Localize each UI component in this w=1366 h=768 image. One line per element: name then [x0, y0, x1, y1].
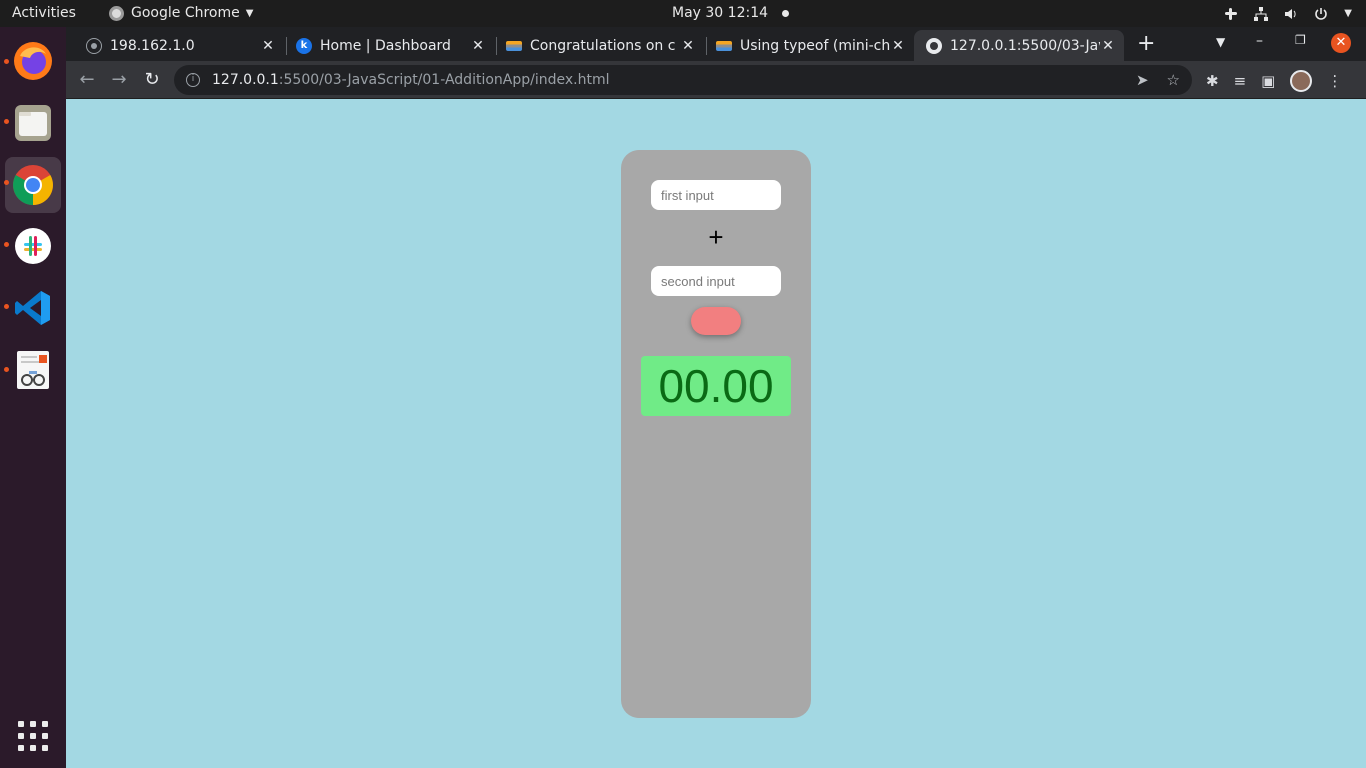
clock-label: May 30 12:14: [672, 5, 769, 21]
volume-icon[interactable]: [1284, 7, 1298, 21]
dock-item-slack[interactable]: [5, 218, 61, 274]
tab-active[interactable]: 127.0.0.1:5500/03-Jav ✕: [914, 30, 1124, 61]
minimize-button[interactable]: –: [1256, 33, 1263, 49]
activities-button[interactable]: Activities: [12, 0, 76, 27]
site-info-icon[interactable]: i: [186, 73, 200, 87]
window-close-button[interactable]: ✕: [1331, 33, 1351, 53]
chevron-down-icon[interactable]: ▼: [1344, 0, 1352, 27]
show-applications-button[interactable]: [18, 721, 48, 751]
slack-tray-icon[interactable]: [1224, 7, 1238, 21]
close-icon[interactable]: ✕: [260, 38, 276, 54]
tab-title: Home | Dashboard: [320, 37, 451, 54]
new-tab-button[interactable]: +: [1137, 32, 1155, 56]
back-button[interactable]: ←: [76, 69, 98, 91]
browser-toolbar: ← → ↻ i 127.0.0.1:5500/03-JavaScript/01-…: [66, 61, 1366, 99]
close-icon[interactable]: ✕: [1100, 38, 1116, 54]
vscode-icon: [15, 291, 50, 325]
dock: [0, 27, 66, 768]
power-icon[interactable]: [1314, 7, 1328, 21]
dock-item-document-viewer[interactable]: [5, 342, 61, 398]
tab-title: 198.162.1.0: [110, 37, 195, 54]
send-tab-icon[interactable]: ➤: [1136, 71, 1149, 89]
tab-title: Using typeof (mini-ch: [740, 37, 890, 54]
app-menu[interactable]: Google Chrome ▼: [109, 0, 253, 27]
result-display: 00.00: [641, 356, 791, 416]
tab[interactable]: Congratulations on c ✕: [494, 30, 704, 61]
page-viewport: + 00.00: [66, 100, 1366, 768]
dock-item-vscode[interactable]: [5, 280, 61, 336]
notification-dot-icon: [782, 9, 790, 17]
dock-item-firefox[interactable]: [5, 33, 61, 89]
second-input[interactable]: [651, 266, 781, 296]
document-viewer-icon: [17, 351, 49, 389]
tab-title: 127.0.0.1:5500/03-Jav: [950, 37, 1100, 54]
profile-avatar[interactable]: [1290, 70, 1313, 92]
k-icon: k: [296, 37, 312, 54]
more-menu-icon[interactable]: ⋮: [1327, 72, 1342, 90]
omnibox-actions: ➤ ☆: [1136, 71, 1180, 89]
files-icon: [15, 105, 51, 141]
running-indicator: [4, 367, 9, 372]
globe-icon: [926, 37, 942, 54]
tab-title: Congratulations on c: [530, 37, 676, 54]
forward-button[interactable]: →: [108, 69, 130, 91]
tab[interactable]: k Home | Dashboard ✕: [284, 30, 494, 61]
plus-operator: +: [708, 222, 724, 252]
toolbar-actions: ✱ ≡ ▣ ⋮: [1206, 70, 1342, 92]
chevron-down-icon: ▼: [245, 8, 254, 19]
url-host: 127.0.0.1: [212, 72, 279, 88]
tab-strip: 198.162.1.0 ✕ k Home | Dashboard ✕ Congr…: [66, 27, 1366, 61]
first-input[interactable]: [651, 180, 781, 210]
running-indicator: [4, 59, 9, 64]
app-menu-label: Google Chrome: [131, 5, 240, 21]
network-icon[interactable]: [1254, 6, 1269, 21]
system-top-bar: Activities Google Chrome ▼ May 30 12:14 …: [0, 0, 1366, 27]
running-indicator: [4, 119, 9, 124]
extensions-puzzle-icon[interactable]: ✱: [1206, 72, 1219, 90]
close-icon[interactable]: ✕: [890, 38, 906, 54]
dock-item-chrome[interactable]: [5, 157, 61, 213]
add-button[interactable]: [691, 307, 741, 335]
dock-item-files[interactable]: [5, 95, 61, 151]
tab[interactable]: 198.162.1.0 ✕: [74, 30, 284, 61]
running-indicator: [4, 304, 9, 309]
close-icon[interactable]: ✕: [470, 38, 486, 54]
reload-button[interactable]: ↻: [141, 69, 163, 91]
tab-search-chevron-icon[interactable]: ▼: [1216, 35, 1225, 49]
close-icon[interactable]: ✕: [680, 38, 696, 54]
globe-icon: [86, 37, 102, 54]
maximize-button[interactable]: ❐: [1295, 33, 1306, 47]
address-bar[interactable]: i 127.0.0.1:5500/03-JavaScript/01-Additi…: [174, 65, 1192, 95]
side-panel-icon[interactable]: ▣: [1261, 72, 1275, 90]
system-tray[interactable]: ▼: [1224, 0, 1352, 27]
url-path: :5500/03-JavaScript/01-AdditionApp/index…: [278, 72, 610, 88]
firefox-icon: [14, 42, 52, 80]
media-queue-icon[interactable]: ≡: [1234, 72, 1247, 90]
running-indicator: [4, 242, 9, 247]
addition-card: + 00.00: [621, 150, 811, 718]
dev-icon: [506, 40, 522, 51]
bookmark-star-icon[interactable]: ☆: [1167, 71, 1180, 89]
dev-icon: [716, 40, 732, 51]
slack-icon: [15, 228, 51, 264]
clock[interactable]: May 30 12:14: [672, 0, 790, 27]
chrome-icon: [13, 165, 53, 205]
tab[interactable]: Using typeof (mini-ch ✕: [704, 30, 914, 61]
running-indicator: [4, 180, 9, 185]
chrome-icon: [109, 6, 124, 21]
